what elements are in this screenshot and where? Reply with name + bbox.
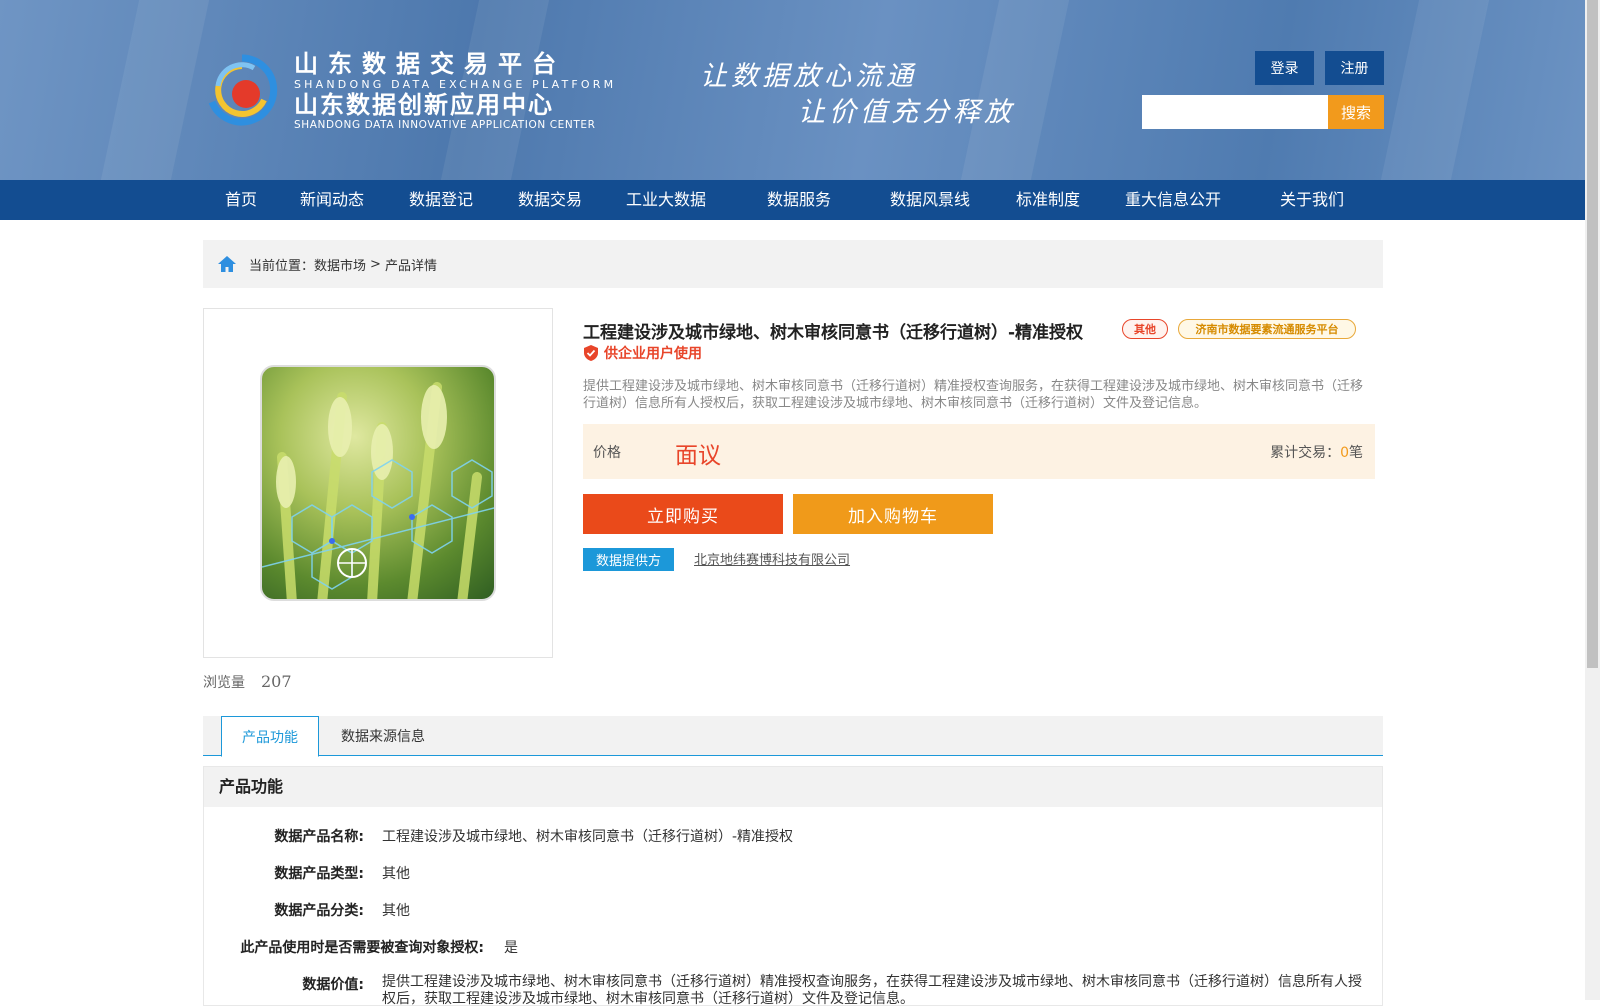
detail-value: 其他 <box>382 903 410 919</box>
detail-key: 数据产品分类: <box>274 903 364 919</box>
category-tag: 其他 <box>1122 319 1168 339</box>
register-button[interactable]: 注册 <box>1325 51 1384 85</box>
detail-value: 是 <box>504 940 518 956</box>
nav-item-registration[interactable]: 数据登记 <box>409 180 473 220</box>
logo-icon[interactable] <box>202 50 282 130</box>
product-title: 工程建设涉及城市绿地、树木审核同意书（迁移行道树）-精准授权 <box>583 323 1084 343</box>
section-heading: 产品功能 <box>204 767 1382 807</box>
logo-text: 山东数据交易平台 SHANDONG DATA EXCHANGE PLATFORM… <box>294 50 616 132</box>
nav-item-about[interactable]: 关于我们 <box>1280 180 1344 220</box>
detail-key: 数据价值: <box>302 977 364 993</box>
detail-value: 工程建设涉及城市绿地、树木审核同意书（迁移行道树）-精准授权 <box>382 829 794 845</box>
nav-item-home[interactable]: 首页 <box>225 180 257 220</box>
tab-product-function[interactable]: 产品功能 <box>221 716 319 757</box>
scrollbar-thumb[interactable] <box>1587 0 1598 668</box>
logo-cn-title: 山东数据交易平台 <box>294 50 566 78</box>
buy-now-button[interactable]: 立即购买 <box>583 494 783 534</box>
product-image-frame <box>203 308 553 658</box>
logo-en-subtitle: SHANDONG DATA INNOVATIVE APPLICATION CEN… <box>294 119 596 131</box>
logo-en-title: SHANDONG DATA EXCHANGE PLATFORM <box>294 78 617 91</box>
wheat-data-image <box>260 365 496 601</box>
login-button[interactable]: 登录 <box>1255 51 1314 85</box>
tab-data-source[interactable]: 数据来源信息 <box>327 716 439 756</box>
main-nav: 首页 新闻动态 数据登记 数据交易 工业大数据 数据服务 数据风景线 标准制度 … <box>0 180 1585 220</box>
breadcrumb-prefix: 当前位置： <box>249 258 315 274</box>
nav-item-news[interactable]: 新闻动态 <box>300 180 364 220</box>
views-label: 浏览量 <box>203 675 245 691</box>
slogan-line-1: 让数据放心流通 <box>700 61 917 92</box>
nav-item-trading[interactable]: 数据交易 <box>518 180 582 220</box>
views-counter: 浏览量 207 <box>203 672 292 692</box>
detail-key: 数据产品类型: <box>274 866 364 882</box>
tab-bar: 产品功能 数据来源信息 <box>203 716 1383 757</box>
platform-tag: 济南市数据要素流通服务平台 <box>1178 319 1356 339</box>
price-value: 面议 <box>675 443 721 469</box>
price-box: 价格 面议 累计交易：0笔 <box>583 424 1375 479</box>
audience-badge: 供企业用户使用 <box>584 343 702 363</box>
logo-cn-subtitle: 山东数据创新应用中心 <box>294 91 554 119</box>
slogan-line-2: 让价值充分释放 <box>798 97 1015 128</box>
detail-value: 提供工程建设涉及城市绿地、树木审核同意书（迁移行道树）精准授权查询服务，在获得工… <box>382 974 1362 1007</box>
home-icon[interactable] <box>217 254 237 274</box>
audience-text: 供企业用户使用 <box>604 346 702 362</box>
trade-unit: 笔 <box>1349 445 1363 461</box>
header-streak <box>1380 0 1490 180</box>
breadcrumb-separator: > <box>370 256 381 272</box>
nav-item-disclosure[interactable]: 重大信息公开 <box>1125 180 1221 220</box>
product-function-section: 产品功能 数据产品名称: 工程建设涉及城市绿地、树木审核同意书（迁移行道树）-精… <box>203 766 1383 1007</box>
nav-item-data-services[interactable]: 数据服务 <box>767 180 831 220</box>
vertical-scrollbar[interactable] <box>1585 0 1600 1000</box>
trade-count-value: 0 <box>1340 445 1349 461</box>
price-label: 价格 <box>593 445 621 461</box>
nav-item-standards[interactable]: 标准制度 <box>1016 180 1080 220</box>
trade-label: 累计交易： <box>1270 445 1341 461</box>
breadcrumb-item-detail: 产品详情 <box>384 258 437 274</box>
breadcrumb-item-market[interactable]: 数据市场 <box>314 255 366 274</box>
detail-key: 此产品使用时是否需要被查询对象授权: <box>240 940 484 956</box>
breadcrumb: 当前位置： 数据市场 > 产品详情 <box>203 240 1383 288</box>
nav-item-data-scenery[interactable]: 数据风景线 <box>890 180 970 220</box>
detail-key: 数据产品名称: <box>274 829 364 845</box>
provider-badge: 数据提供方 <box>583 548 674 571</box>
provider-link[interactable]: 北京地纬赛博科技有限公司 <box>694 549 850 568</box>
add-to-cart-button[interactable]: 加入购物车 <box>793 494 993 534</box>
detail-value: 其他 <box>382 866 410 882</box>
search-button[interactable]: 搜索 <box>1328 95 1384 129</box>
search-input[interactable] <box>1142 95 1328 129</box>
site-header: 山东数据交易平台 SHANDONG DATA EXCHANGE PLATFORM… <box>0 0 1585 180</box>
header-streak <box>100 0 210 180</box>
trade-count: 累计交易：0笔 <box>1270 442 1363 462</box>
views-count: 207 <box>261 672 292 691</box>
product-description: 提供工程建设涉及城市绿地、树木审核同意书（迁移行道树）精准授权查询服务，在获得工… <box>583 379 1364 411</box>
nav-item-industrial-data[interactable]: 工业大数据 <box>626 180 706 220</box>
shield-icon <box>584 345 598 361</box>
